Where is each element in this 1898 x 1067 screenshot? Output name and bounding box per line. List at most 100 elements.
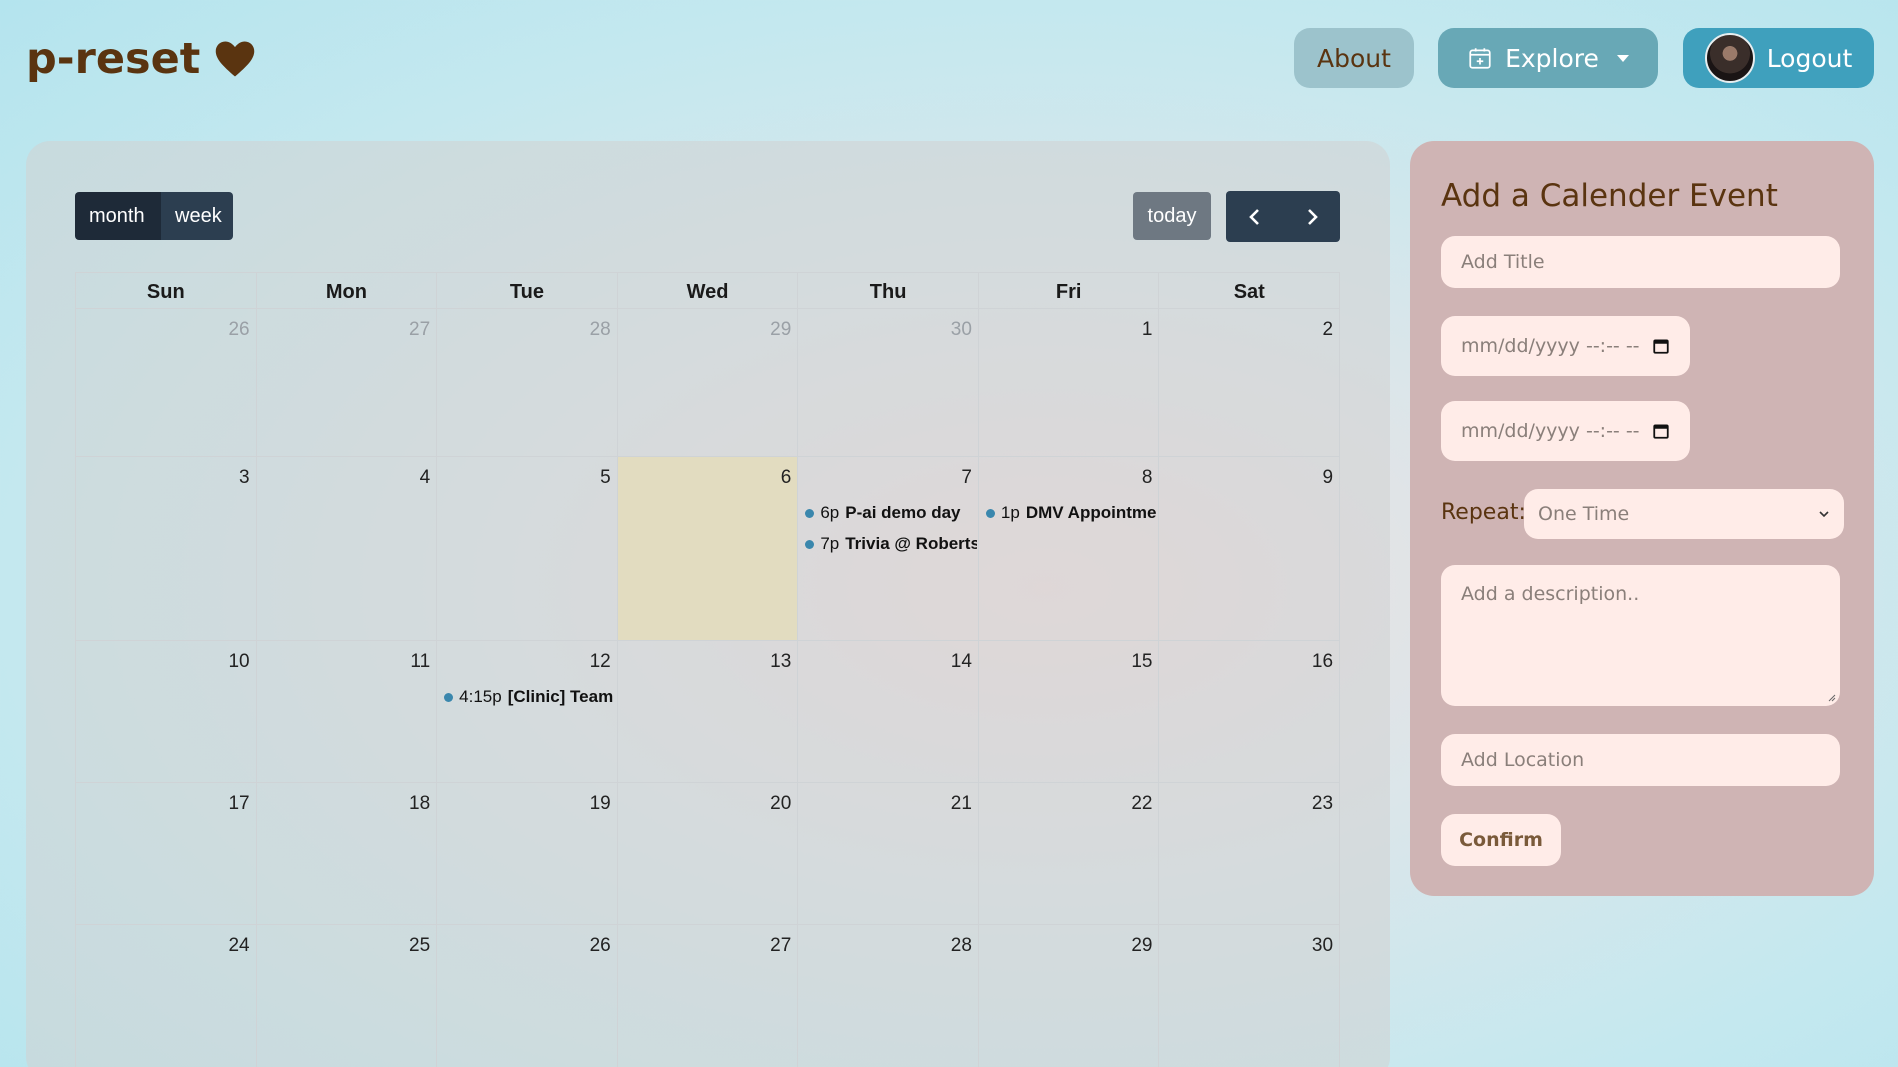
day-number[interactable]: 30	[951, 319, 972, 341]
day-cell[interactable]: 24	[75, 925, 257, 1067]
day-number[interactable]: 6	[781, 467, 792, 489]
brand-logo[interactable]: p-reset	[26, 34, 256, 84]
previous-month-button[interactable]	[1226, 191, 1283, 242]
next-month-button[interactable]	[1283, 191, 1340, 242]
day-number[interactable]: 13	[770, 651, 791, 673]
day-cell[interactable]: 12 4:15p [Clinic] Team	[437, 641, 618, 782]
day-number[interactable]: 5	[600, 467, 611, 489]
day-cell[interactable]: 11	[257, 641, 438, 782]
day-cell[interactable]: 2	[1159, 309, 1341, 456]
day-number[interactable]: 30	[1312, 935, 1333, 957]
day-cell[interactable]: 27	[257, 309, 438, 456]
day-cell[interactable]: 8 1p DMV Appointme	[979, 457, 1160, 640]
day-number[interactable]: 7	[961, 467, 972, 489]
day-cell[interactable]: 28	[798, 925, 979, 1067]
day-number[interactable]: 24	[228, 935, 249, 957]
calendar-event[interactable]: 6p P-ai demo day	[805, 503, 977, 523]
day-cell[interactable]: 18	[257, 783, 438, 924]
chevron-right-icon	[1307, 208, 1318, 225]
day-number[interactable]: 15	[1131, 651, 1152, 673]
description-textarea[interactable]: Add a description..	[1441, 565, 1840, 706]
day-cell[interactable]: 21	[798, 783, 979, 924]
day-number[interactable]: 21	[951, 793, 972, 815]
day-number[interactable]: 22	[1131, 793, 1152, 815]
day-cell[interactable]: 26	[437, 925, 618, 1067]
calendar-icon[interactable]	[1652, 337, 1670, 355]
day-number[interactable]: 25	[409, 935, 430, 957]
day-number[interactable]: 12	[590, 651, 611, 673]
today-button[interactable]: today	[1133, 192, 1211, 240]
calendar-event[interactable]: 1p DMV Appointme	[985, 503, 1158, 523]
week-view-button[interactable]: week	[161, 192, 233, 240]
day-cell[interactable]: 27	[618, 925, 799, 1067]
location-input[interactable]: Add Location	[1441, 734, 1840, 786]
day-number[interactable]: 19	[590, 793, 611, 815]
day-number[interactable]: 8	[1142, 467, 1153, 489]
day-number[interactable]: 28	[951, 935, 972, 957]
day-number[interactable]: 23	[1312, 793, 1333, 815]
day-number[interactable]: 1	[1142, 319, 1153, 341]
day-cell-today[interactable]: 6	[617, 457, 799, 640]
day-number[interactable]: 27	[409, 319, 430, 341]
repeat-select[interactable]: One Time	[1524, 489, 1844, 539]
day-header-sat: Sat	[1233, 281, 1265, 303]
day-number[interactable]: 20	[770, 793, 791, 815]
logout-button[interactable]: Logout	[1683, 28, 1874, 88]
calendar-icon[interactable]	[1652, 422, 1670, 440]
event-title-input[interactable]: Add Title	[1441, 236, 1840, 288]
end-datetime-placeholder: mm/dd/yyyy --:-- --	[1461, 420, 1640, 442]
day-number[interactable]: 17	[228, 793, 249, 815]
day-cell[interactable]: 30	[1159, 925, 1341, 1067]
day-cell[interactable]: 14	[798, 641, 979, 782]
day-cell[interactable]: 25	[257, 925, 438, 1067]
about-button[interactable]: About	[1294, 28, 1414, 88]
day-cell[interactable]: 23	[1159, 783, 1341, 924]
day-number[interactable]: 10	[228, 651, 249, 673]
day-cell[interactable]: 29	[618, 309, 799, 456]
day-cell[interactable]: 5	[437, 457, 618, 640]
day-cell[interactable]: 30	[798, 309, 979, 456]
day-number[interactable]: 11	[410, 651, 430, 673]
day-number[interactable]: 29	[770, 319, 791, 341]
day-cell[interactable]: 7 6p P-ai demo day 7p Trivia @ Roberts	[798, 457, 979, 640]
confirm-button[interactable]: Confirm	[1441, 814, 1561, 866]
explore-dropdown-button[interactable]: Explore	[1438, 28, 1658, 88]
day-cell[interactable]: 9	[1159, 457, 1341, 640]
start-datetime-input[interactable]: mm/dd/yyyy --:-- --	[1441, 316, 1690, 376]
day-cell[interactable]: 3	[75, 457, 257, 640]
day-cell[interactable]: 20	[618, 783, 799, 924]
day-cell[interactable]: 19	[437, 783, 618, 924]
day-cell[interactable]: 15	[979, 641, 1160, 782]
calendar-event[interactable]: 4:15p [Clinic] Team	[444, 687, 616, 707]
month-view-button[interactable]: month	[75, 192, 161, 240]
resize-handle-icon[interactable]	[1826, 692, 1836, 702]
day-header-wed: Wed	[618, 273, 799, 308]
day-cell[interactable]: 10	[75, 641, 257, 782]
day-cell[interactable]: 4	[257, 457, 438, 640]
end-datetime-input[interactable]: mm/dd/yyyy --:-- --	[1441, 401, 1690, 461]
day-cell[interactable]: 28	[437, 309, 618, 456]
day-number[interactable]: 28	[590, 319, 611, 341]
logout-label: Logout	[1766, 43, 1853, 73]
calendar-plus-icon	[1469, 48, 1491, 69]
day-number[interactable]: 2	[1322, 319, 1333, 341]
day-number[interactable]: 14	[951, 651, 972, 673]
day-number[interactable]: 27	[770, 935, 791, 957]
day-number[interactable]: 26	[590, 935, 611, 957]
day-cell[interactable]: 16	[1159, 641, 1341, 782]
day-cell[interactable]: 13	[618, 641, 799, 782]
day-cell[interactable]: 1	[979, 309, 1160, 456]
day-cell[interactable]: 29	[979, 925, 1160, 1067]
about-label: About	[1317, 43, 1391, 73]
day-number[interactable]: 26	[228, 319, 249, 341]
day-number[interactable]: 18	[409, 793, 430, 815]
day-cell[interactable]: 17	[75, 783, 257, 924]
day-number[interactable]: 3	[239, 467, 250, 489]
calendar-event[interactable]: 7p Trivia @ Roberts	[805, 534, 977, 554]
day-cell[interactable]: 22	[979, 783, 1160, 924]
day-number[interactable]: 9	[1322, 467, 1333, 489]
day-number[interactable]: 16	[1312, 651, 1333, 673]
day-number[interactable]: 29	[1131, 935, 1152, 957]
day-number[interactable]: 4	[420, 467, 431, 489]
day-cell[interactable]: 26	[75, 309, 257, 456]
